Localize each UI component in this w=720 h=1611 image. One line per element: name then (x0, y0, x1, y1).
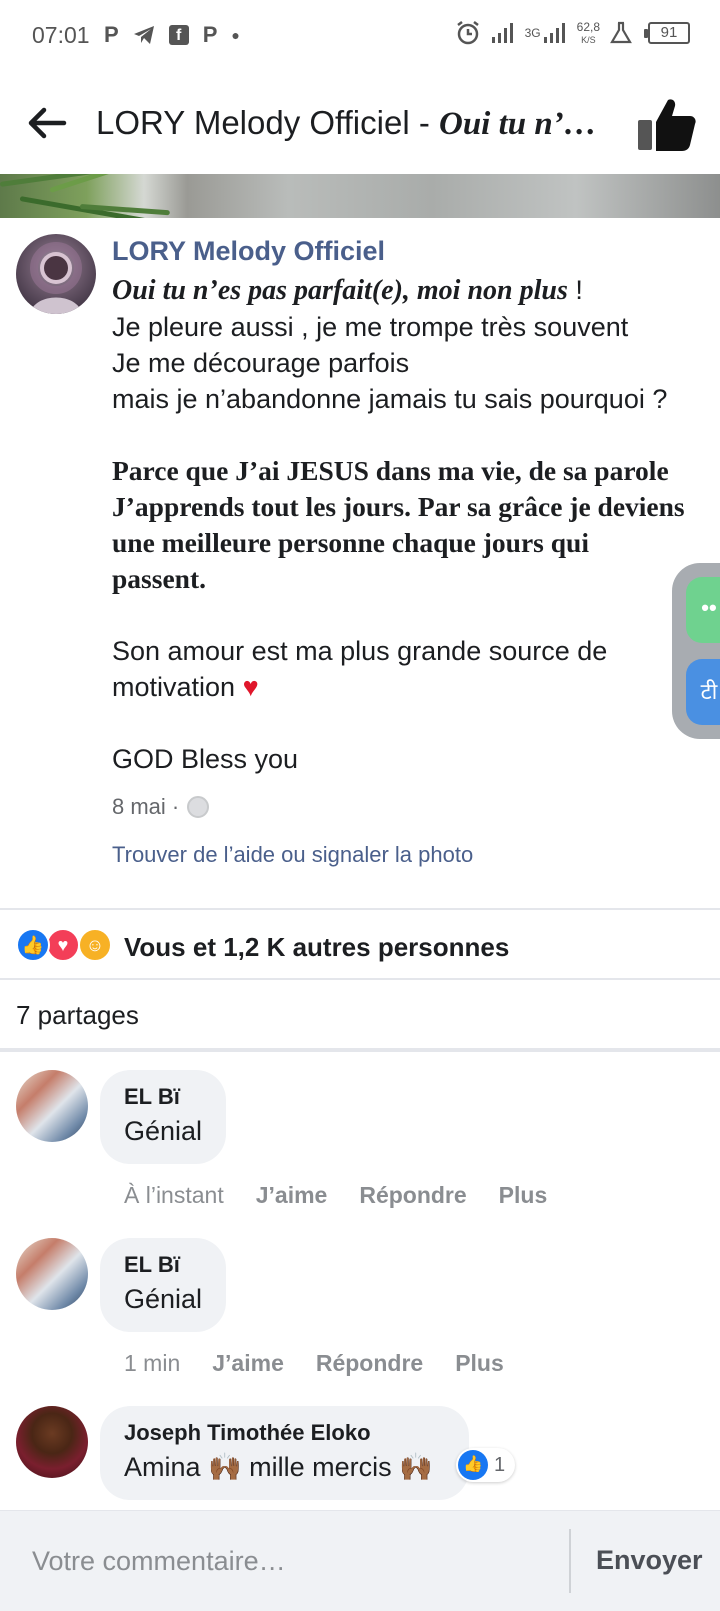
reaction-icons: 👍 ♥ ☺ (16, 928, 116, 962)
reactions-summary: Vous et 1,2 K autres personnes (124, 932, 510, 962)
post: LORY Melody Officiel Oui tu n’es pas par… (0, 218, 720, 908)
shares-count: 7 partages (16, 1000, 139, 1030)
care-icon: ☺ (78, 928, 112, 962)
signal-icon (491, 23, 513, 43)
post-line-italic: Oui tu n’es pas parfait(e), moi non plus (112, 275, 568, 306)
comment-actions: À l’instant J’aime Répondre Plus (124, 1182, 547, 1209)
title-plain: LORY Melody Officiel - (96, 104, 439, 141)
shares-bar[interactable]: 7 partages (0, 980, 720, 1052)
composer-divider (569, 1529, 571, 1593)
post-meta: 8 mai · (112, 794, 210, 820)
post-line: Oui tu n’es pas parfait(e), moi non plus… (112, 272, 708, 309)
notification-icons: P f P ● (104, 22, 240, 48)
commenter-name[interactable]: EL Bï (124, 1250, 202, 1280)
comment-actions: 1 min J’aime Répondre Plus (124, 1350, 504, 1377)
translate-icon[interactable]: टी (686, 659, 720, 725)
facebook-icon: f (168, 25, 189, 45)
comment-reply-button[interactable]: Répondre (316, 1350, 423, 1377)
comment-reply-button[interactable]: Répondre (359, 1182, 466, 1209)
commenter-avatar[interactable] (16, 1070, 88, 1142)
post-body: Oui tu n’es pas parfait(e), moi non plus… (112, 272, 708, 777)
floating-side-widget[interactable]: •• टी (672, 563, 720, 739)
status-time: 07:01 (32, 22, 90, 48)
post-bold-line: une meilleure personne chaque jours qui (112, 527, 589, 558)
post-blank-line (112, 705, 708, 741)
post-bold-line: passent. (112, 563, 206, 594)
title-italic: Oui tu n’… (438, 106, 597, 142)
signal-icon (543, 23, 565, 43)
post-line: GOD Bless you (112, 744, 299, 774)
comment-bubble[interactable]: Joseph Timothée Eloko Amina 🙌🏾 mille mer… (100, 1406, 469, 1500)
page-title: LORY Melody Officiel - Oui tu n’… (96, 104, 616, 143)
alarm-icon (456, 21, 479, 45)
post-bold-line: Parce que J’ai JESUS dans ma vie, de sa … (112, 455, 669, 486)
post-line: mais je n’abandonne jamais tu sais pourq… (112, 384, 668, 414)
comment: EL Bï Génial À l’instant J’aime Répondre… (0, 1070, 720, 1210)
globe-icon (187, 796, 210, 818)
commenter-name[interactable]: EL Bï (124, 1082, 202, 1112)
comment: EL Bï Génial 1 min J’aime Répondre Plus (0, 1238, 720, 1378)
comment-time: À l’instant (124, 1182, 224, 1208)
comment-bubble[interactable]: EL Bï Génial (100, 1070, 227, 1164)
comment-bubble[interactable]: EL Bï Génial (100, 1238, 227, 1332)
telegram-icon (133, 26, 154, 44)
author-avatar[interactable] (16, 234, 96, 314)
avatar-image (30, 242, 82, 314)
heart-icon: ♥ (242, 672, 259, 702)
battery-icon: 91 (644, 22, 690, 44)
send-button[interactable]: Envoyer (596, 1545, 703, 1576)
comment-input[interactable] (0, 1511, 570, 1611)
comment-more-button[interactable]: Plus (455, 1350, 504, 1377)
reaction-count: 1 (494, 1453, 506, 1476)
app-header: LORY Melody Officiel - Oui tu n’… (0, 72, 720, 174)
status-right: 3G 62,8 K/S 91 (455, 20, 690, 46)
comment-like-button[interactable]: J’aime (212, 1350, 284, 1377)
flask-icon (610, 21, 632, 44)
post-line: Son amour est ma plus grande source de (112, 636, 608, 666)
network-speed-unit: K/S (581, 34, 596, 45)
report-photo-link[interactable]: Trouver de l’aide ou signaler la photo (112, 842, 473, 868)
network-speed-value: 62,8 (576, 19, 600, 34)
comment-reaction-badge[interactable]: 👍 1 (456, 1448, 516, 1482)
comment-more-button[interactable]: Plus (499, 1182, 548, 1209)
commenter-name[interactable]: Joseph Timothée Eloko (124, 1418, 433, 1448)
chat-bubble-icon[interactable]: •• (686, 577, 720, 643)
parking-icon: P (104, 22, 119, 47)
reactions-bar[interactable]: 👍 ♥ ☺ Vous et 1,2 K autres personnes (0, 908, 720, 980)
comment-composer: Envoyer (0, 1510, 720, 1611)
thumbs-up-icon[interactable] (636, 96, 698, 152)
post-blank-line (112, 417, 708, 453)
post-blank-line (112, 597, 708, 633)
network-type: 3G (524, 26, 541, 40)
comment-text: Génial (124, 1116, 203, 1146)
commenter-avatar[interactable] (16, 1406, 88, 1478)
post-line: Je me décourage parfois (112, 348, 410, 378)
post-bold-line: J’apprends tout les jours. Par sa grâce … (112, 491, 685, 522)
network-speed: 62,8 K/S (577, 21, 600, 46)
back-arrow-icon[interactable] (22, 98, 72, 148)
comment: Joseph Timothée Eloko Amina 🙌🏾 mille mer… (0, 1406, 720, 1506)
post-line-text: motivation (112, 672, 236, 702)
status-bar: 07:01 P f P ● 3G 62,8 K/S 91 (0, 0, 720, 72)
post-line-end: ! (567, 275, 583, 305)
like-icon: 👍 (16, 928, 50, 962)
post-line: Je pleure aussi , je me trompe très souv… (112, 312, 629, 342)
comment-time: 1 min (124, 1350, 181, 1376)
post-date[interactable]: 8 mai · (112, 794, 179, 820)
comment-like-button[interactable]: J’aime (256, 1182, 328, 1209)
love-icon: ♥ (46, 928, 80, 962)
post-author[interactable]: LORY Melody Officiel (112, 236, 385, 267)
post-line: motivation ♥ (112, 669, 708, 705)
like-icon: 👍 (458, 1450, 488, 1480)
dot-icon: ● (231, 27, 240, 43)
parking-icon: P (202, 22, 218, 47)
comment-text: Génial (124, 1284, 203, 1314)
commenter-avatar[interactable] (16, 1238, 88, 1310)
post-photo-strip[interactable] (0, 174, 720, 218)
comment-text: Amina 🙌🏾 mille mercis 🙌🏾 (124, 1452, 433, 1482)
